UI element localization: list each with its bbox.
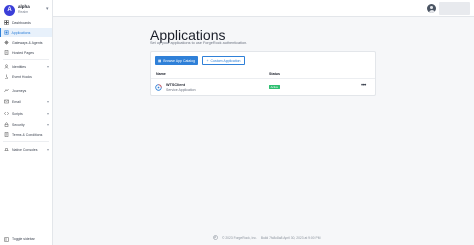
custom-button-label: Custom Application bbox=[210, 58, 241, 63]
sidebar-item-identities[interactable]: Identities ▾ bbox=[0, 62, 52, 71]
sidebar-item-label: Identities bbox=[12, 64, 27, 69]
chevron-down-icon: ▾ bbox=[46, 64, 49, 69]
sidebar-item-label: Event Hooks bbox=[12, 74, 32, 79]
journeys-icon bbox=[4, 88, 9, 93]
sidebar-item-label: Terms & Conditions bbox=[12, 132, 43, 137]
sidebar-item-dashboards[interactable]: Dashboards bbox=[0, 18, 52, 27]
sidebar-item-label: Dashboards bbox=[12, 20, 31, 25]
gateway-icon bbox=[4, 40, 9, 45]
realm-subtitle: Realm bbox=[18, 10, 29, 14]
chevron-down-icon: ▾ bbox=[46, 111, 49, 116]
sidebar-item-label: Security bbox=[12, 122, 25, 127]
security-icon bbox=[4, 122, 9, 127]
grid-icon: ▦ bbox=[157, 58, 162, 63]
avatar-head bbox=[430, 5, 433, 9]
applications-card: ▦ Browse App Catalog + Custom Applicatio… bbox=[150, 51, 376, 96]
status-badge: Active bbox=[269, 85, 280, 89]
realm-avatar: A bbox=[4, 5, 15, 16]
scripts-icon bbox=[4, 111, 9, 116]
sidebar-item-terms[interactable]: Terms & Conditions bbox=[0, 130, 52, 139]
dashboard-icon bbox=[4, 20, 9, 25]
service-application-icon bbox=[155, 84, 162, 91]
apps-icon bbox=[3, 30, 9, 35]
plus-icon: + bbox=[206, 58, 209, 63]
sidebar-item-label: Email bbox=[12, 99, 21, 104]
chevron-down-icon: ▾ bbox=[46, 147, 49, 152]
toggle-sidebar-button[interactable]: Toggle sidebar bbox=[0, 234, 52, 244]
identities-icon bbox=[4, 64, 9, 69]
sidebar-item-hosted-pages[interactable]: Hosted Pages bbox=[0, 48, 52, 57]
sidebar-item-scripts[interactable]: Scripts ▾ bbox=[0, 109, 52, 118]
browse-app-catalog-button[interactable]: ▦ Browse App Catalog bbox=[155, 56, 198, 65]
footer-build: Build 7fc8c8a8 April 30, 2023 at 9:00 PM bbox=[260, 235, 321, 240]
avatar-body bbox=[428, 9, 435, 13]
sidebar-item-event-hooks[interactable]: Event Hooks bbox=[0, 72, 52, 81]
toggle-sidebar-icon bbox=[4, 237, 9, 242]
sidebar-divider bbox=[3, 59, 49, 60]
sidebar-item-label: Journeys bbox=[12, 88, 27, 93]
sidebar-item-email[interactable]: Email ▾ bbox=[0, 97, 52, 106]
sidebar-item-label: Scripts bbox=[12, 111, 23, 116]
hooks-icon bbox=[4, 74, 9, 79]
table-divider bbox=[151, 78, 375, 79]
sidebar-item-label: Hosted Pages bbox=[12, 50, 34, 55]
terms-icon bbox=[4, 132, 9, 137]
custom-application-button[interactable]: + Custom Application bbox=[202, 56, 245, 65]
forgerock-logo-icon bbox=[213, 235, 218, 240]
chevron-down-icon: ▾ bbox=[46, 99, 49, 104]
sidebar-item-native-consoles[interactable]: Native Consoles ▾ bbox=[0, 145, 52, 154]
email-icon bbox=[4, 99, 9, 104]
sidebar-item-journeys[interactable]: Journeys bbox=[0, 86, 52, 95]
realm-name: alpha bbox=[18, 4, 30, 9]
user-avatar[interactable] bbox=[427, 4, 436, 13]
sidebar-item-label: Applications bbox=[11, 30, 31, 35]
sidebar-divider bbox=[3, 141, 49, 142]
page-subtitle: Set up your applications to use ForgeRoc… bbox=[150, 41, 248, 45]
chevron-down-icon: ▾ bbox=[46, 122, 49, 127]
pages-icon bbox=[4, 50, 9, 55]
column-header-name: Name bbox=[156, 72, 166, 76]
top-bar bbox=[53, 0, 474, 17]
column-header-status: Status bbox=[269, 72, 280, 76]
sidebar-item-gateways[interactable]: Gateways & Agents bbox=[0, 38, 52, 47]
sidebar-item-label: Gateways & Agents bbox=[12, 40, 43, 45]
native-consoles-icon bbox=[4, 147, 9, 152]
footer-copyright: © 2023 ForgeRock, Inc. bbox=[222, 235, 257, 240]
application-name[interactable]: WTSClient bbox=[166, 83, 185, 87]
more-options-icon[interactable]: ••• bbox=[361, 83, 366, 89]
sidebar-item-applications[interactable]: Applications bbox=[0, 28, 52, 37]
sidebar-item-security[interactable]: Security ▾ bbox=[0, 120, 52, 129]
sidebar: A alpha Realm ▾ Dashboards Applications … bbox=[0, 0, 53, 245]
application-type: Service Application bbox=[166, 88, 196, 92]
footer: © 2023 ForgeRock, Inc. Build 7fc8c8a8 Ap… bbox=[213, 235, 320, 240]
sidebar-item-label: Native Consoles bbox=[12, 147, 38, 152]
user-menu-button[interactable] bbox=[439, 2, 470, 15]
toggle-sidebar-label: Toggle sidebar bbox=[12, 237, 35, 241]
chevron-down-icon: ▾ bbox=[46, 6, 49, 12]
realm-switcher[interactable]: A alpha Realm ▾ bbox=[4, 4, 50, 18]
browse-button-label: Browse App Catalog bbox=[163, 58, 196, 63]
